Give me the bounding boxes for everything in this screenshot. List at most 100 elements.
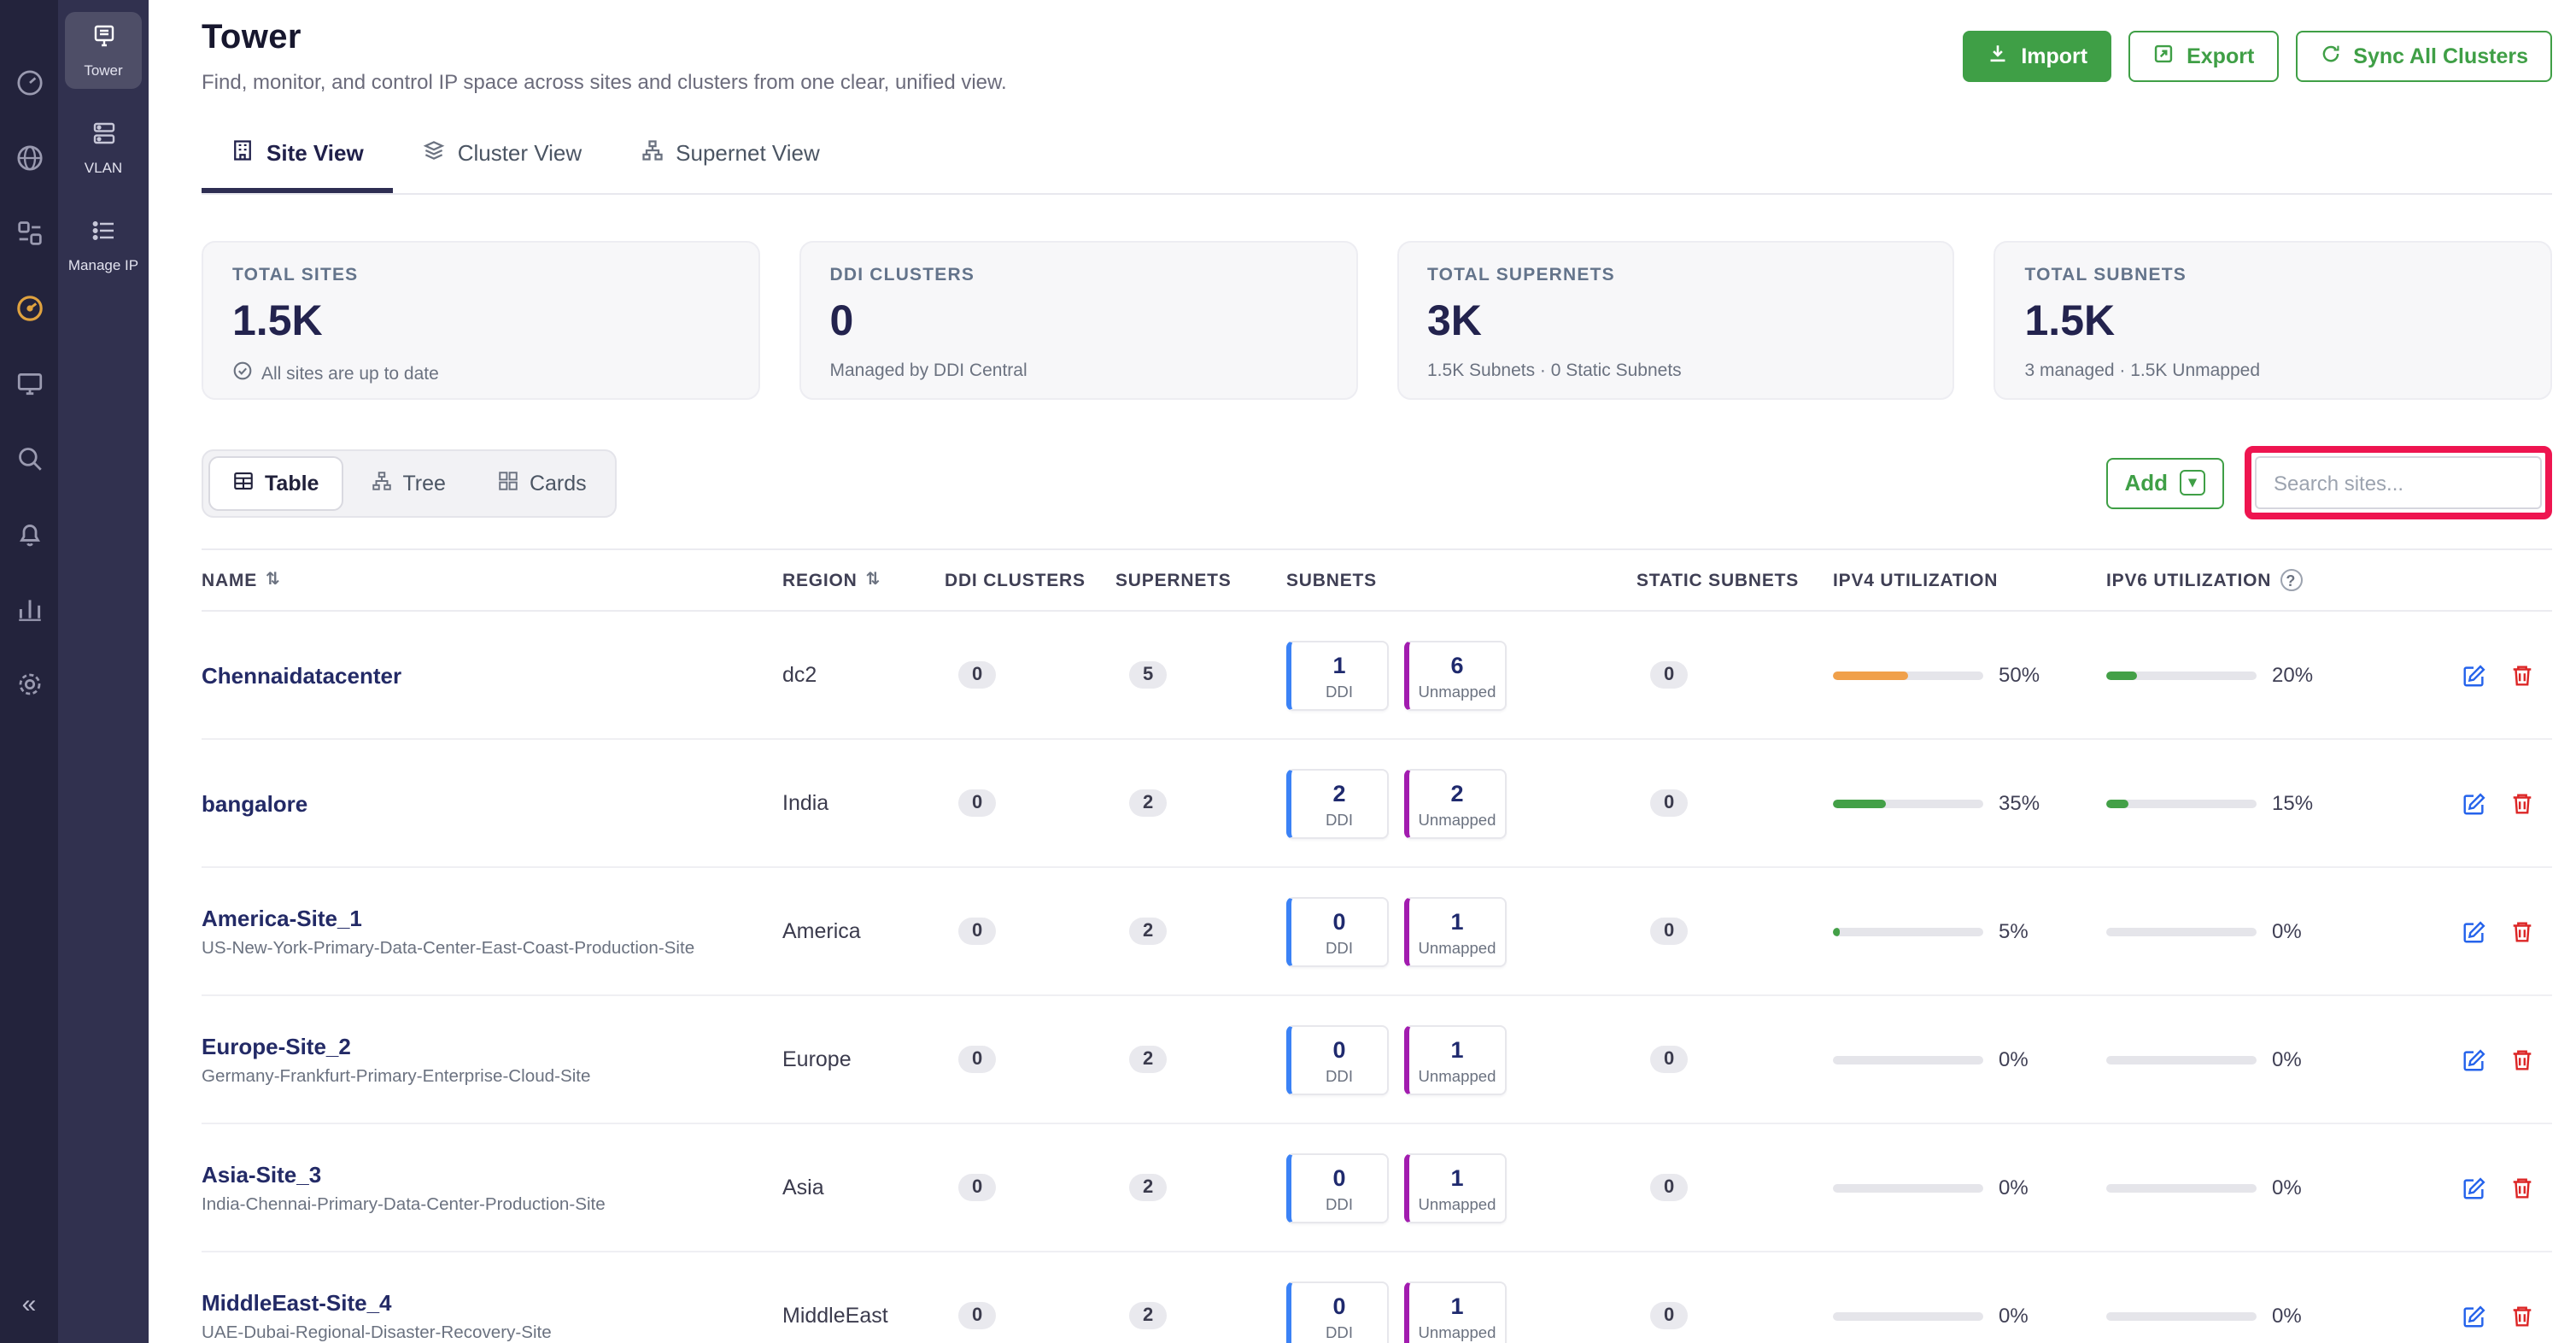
column-name[interactable]: NAME ⇅ <box>202 570 782 590</box>
view-mode-table[interactable]: Table <box>208 455 342 510</box>
ddi-subnets-box: 2 DDI <box>1286 768 1389 838</box>
export-button[interactable]: Export <box>2128 31 2278 82</box>
audit-icon[interactable] <box>15 444 44 473</box>
site-name-link[interactable]: bangalore <box>202 790 782 816</box>
edit-icon[interactable] <box>2462 918 2487 944</box>
region-cell: Europe <box>782 1047 945 1071</box>
collapse-sidebar-icon[interactable]: « <box>22 1290 37 1319</box>
tab-site-view[interactable]: Site View <box>202 120 393 193</box>
ipv6-utilization: 0% <box>2106 1304 2388 1328</box>
supernets-badge: 2 <box>1129 918 1167 945</box>
site-name-link[interactable]: America-Site_1 <box>202 905 782 930</box>
templates-icon[interactable] <box>15 219 44 248</box>
devices-icon[interactable] <box>15 369 44 398</box>
unmapped-subnets-box: 2 Unmapped <box>1404 768 1507 838</box>
column-supernets: SUPERNETS <box>1115 570 1286 590</box>
sidebar-item-manage-ip[interactable]: Manage IP <box>65 206 142 283</box>
unmapped-subnets-box: 6 Unmapped <box>1404 640 1507 710</box>
stat-card-total-supernets: TOTAL SUPERNETS 3K 1.5K Subnets · 0 Stat… <box>1396 241 1955 400</box>
site-description: India-Chennai-Primary-Data-Center-Produc… <box>202 1195 782 1214</box>
sidebar-item-label: Manage IP <box>68 257 138 274</box>
table-icon <box>232 469 255 496</box>
delete-icon[interactable] <box>2509 1303 2535 1328</box>
static-subnets-badge: 0 <box>1650 1046 1688 1073</box>
site-name-link[interactable]: MiddleEast-Site_4 <box>202 1289 782 1315</box>
site-name-link[interactable]: Asia-Site_3 <box>202 1161 782 1187</box>
info-icon[interactable]: ? <box>2280 569 2302 591</box>
cards-icon <box>497 469 519 496</box>
site-name-link[interactable]: Chennaidatacenter <box>202 662 782 688</box>
dns-icon[interactable] <box>15 144 44 173</box>
supernets-badge: 2 <box>1129 1174 1167 1201</box>
check-circle-icon <box>232 361 253 386</box>
reports-icon[interactable] <box>15 595 44 624</box>
edit-icon[interactable] <box>2462 1175 2487 1200</box>
table-row: bangalore India 0 2 2 DDI 2 Unmapped 0 3… <box>202 740 2552 868</box>
tab-supernet-view[interactable]: Supernet View <box>611 120 849 193</box>
search-input[interactable] <box>2255 456 2542 509</box>
vlan-icon <box>90 120 117 155</box>
site-name-link[interactable]: Europe-Site_2 <box>202 1033 782 1059</box>
unmapped-subnets-box: 1 Unmapped <box>1404 1152 1507 1223</box>
stats-cards: TOTAL SITES 1.5K All sites are up to dat… <box>202 241 2552 400</box>
view-mode-tree[interactable]: Tree <box>346 455 470 510</box>
static-subnets-badge: 0 <box>1650 1174 1688 1201</box>
region-cell: Asia <box>782 1176 945 1199</box>
edit-icon[interactable] <box>2462 662 2487 688</box>
page-header: Tower Find, monitor, and control IP spac… <box>202 0 2552 94</box>
column-ipv4-utilization: IPV4 UTILIZATION <box>1833 570 2106 590</box>
ipv4-utilization: 0% <box>1833 1047 2106 1071</box>
delete-icon[interactable] <box>2509 1047 2535 1072</box>
import-icon <box>1987 43 2009 70</box>
ddi-clusters-badge: 0 <box>958 661 996 689</box>
ddi-clusters-badge: 0 <box>958 1302 996 1329</box>
static-subnets-badge: 0 <box>1650 661 1688 689</box>
sidebar-item-tower[interactable]: Tower <box>65 12 142 89</box>
tower-icon <box>90 22 117 58</box>
site-description: Germany-Frankfurt-Primary-Enterprise-Clo… <box>202 1067 782 1086</box>
ddi-subnets-box: 0 DDI <box>1286 1024 1389 1094</box>
edit-icon[interactable] <box>2462 1047 2487 1072</box>
table-header: NAME ⇅ REGION ⇅ DDI CLUSTERS SUPERNETS S… <box>202 548 2552 612</box>
sidebar-item-vlan[interactable]: VLAN <box>65 109 142 186</box>
ddi-clusters-badge: 0 <box>958 1174 996 1201</box>
view-mode-cards[interactable]: Cards <box>473 455 611 510</box>
edit-icon[interactable] <box>2462 790 2487 816</box>
ipv4-utilization: 50% <box>1833 663 2106 687</box>
ipv4-utilization: 0% <box>1833 1304 2106 1328</box>
supernets-badge: 5 <box>1129 661 1167 689</box>
sync-all-clusters-button[interactable]: Sync All Clusters <box>2295 31 2552 82</box>
edit-icon[interactable] <box>2462 1303 2487 1328</box>
dashboard-icon[interactable] <box>15 68 44 97</box>
import-button[interactable]: Import <box>1963 31 2111 82</box>
static-subnets-badge: 0 <box>1650 1302 1688 1329</box>
view-mode-switcher: Table Tree Cards <box>202 449 618 517</box>
sidebar-item-label: VLAN <box>85 161 122 178</box>
unmapped-subnets-box: 1 Unmapped <box>1404 1281 1507 1343</box>
supernet-view-icon <box>640 138 664 167</box>
delete-icon[interactable] <box>2509 918 2535 944</box>
ipv6-utilization: 20% <box>2106 663 2388 687</box>
site-description: US-New-York-Primary-Data-Center-East-Coa… <box>202 939 782 958</box>
ipam-icon[interactable] <box>15 294 44 323</box>
settings-icon[interactable] <box>15 670 44 699</box>
ddi-subnets-box: 0 DDI <box>1286 1152 1389 1223</box>
delete-icon[interactable] <box>2509 662 2535 688</box>
table-row: Asia-Site_3 India-Chennai-Primary-Data-C… <box>202 1124 2552 1252</box>
stat-card-total-sites: TOTAL SITES 1.5K All sites are up to dat… <box>202 241 760 400</box>
ipv4-utilization: 5% <box>1833 919 2106 943</box>
static-subnets-badge: 0 <box>1650 918 1688 945</box>
delete-icon[interactable] <box>2509 1175 2535 1200</box>
tab-cluster-view[interactable]: Cluster View <box>393 120 611 193</box>
column-region[interactable]: REGION ⇅ <box>782 570 945 590</box>
unmapped-subnets-box: 1 Unmapped <box>1404 896 1507 966</box>
site-view-icon <box>231 138 255 167</box>
table-row: MiddleEast-Site_4 UAE-Dubai-Regional-Dis… <box>202 1252 2552 1343</box>
ddi-subnets-box: 0 DDI <box>1286 896 1389 966</box>
alerts-icon[interactable] <box>15 519 44 548</box>
add-button[interactable]: Add ▾ <box>2105 457 2224 508</box>
ipv4-utilization: 35% <box>1833 791 2106 815</box>
ddi-clusters-badge: 0 <box>958 1046 996 1073</box>
delete-icon[interactable] <box>2509 790 2535 816</box>
header-actions: Import Export Sync All Clusters <box>1963 31 2552 82</box>
